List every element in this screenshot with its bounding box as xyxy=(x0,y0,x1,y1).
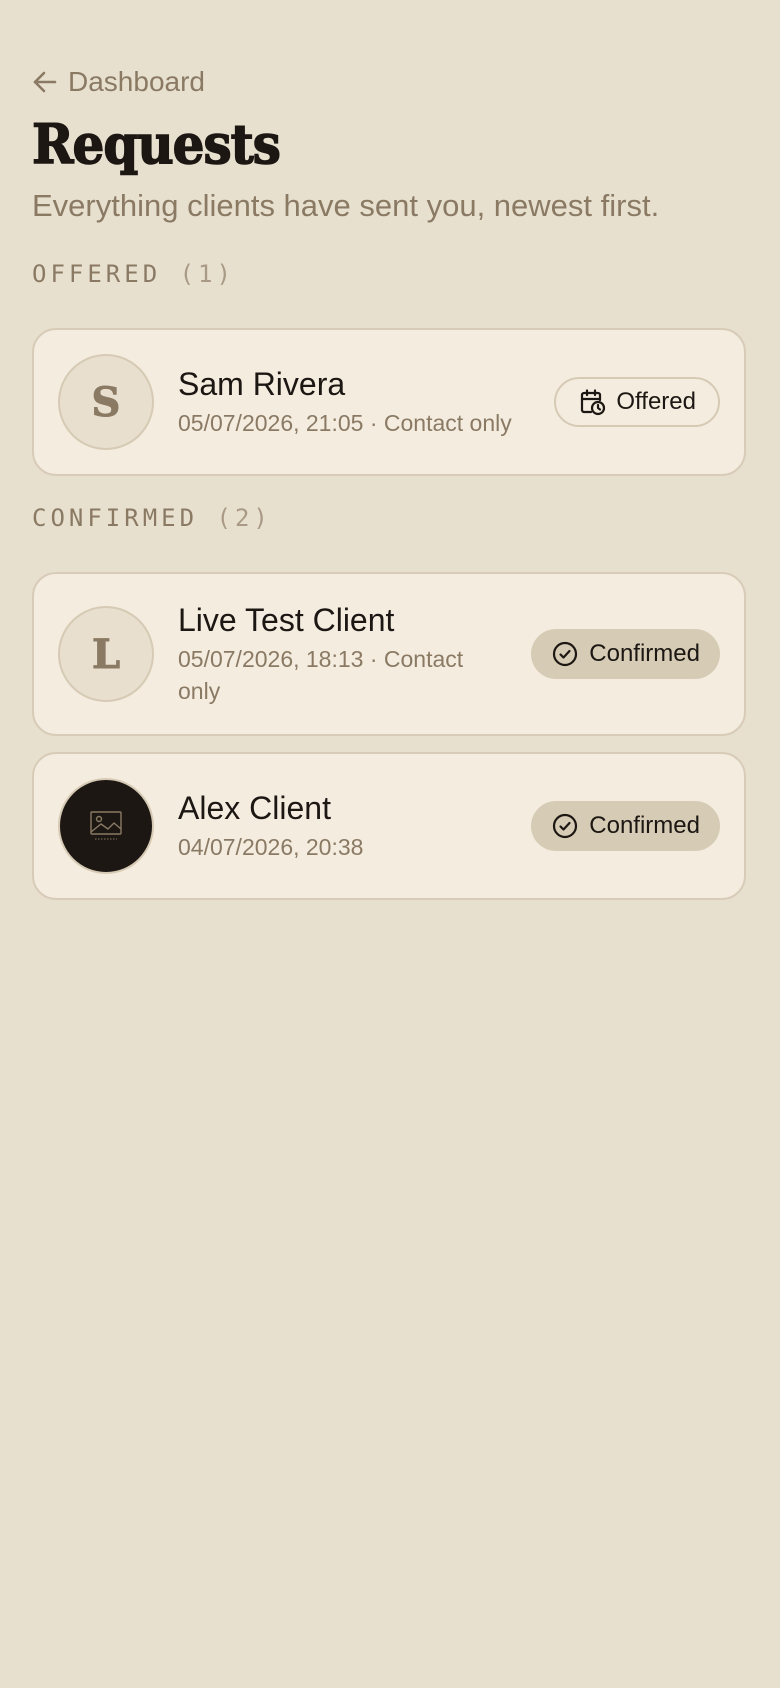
status-label: Confirmed xyxy=(589,812,700,839)
request-meta: 04/07/2026, 20:38 xyxy=(178,834,364,860)
client-name: Alex Client xyxy=(178,790,331,826)
request-card-sam-rivera[interactable]: S Sam Rivera 05/07/2026, 21:05 · Contact… xyxy=(32,328,746,476)
back-to-dashboard-link[interactable]: Dashboard xyxy=(32,66,205,98)
status-badge-offered[interactable]: Offered xyxy=(554,377,720,427)
avatar: L xyxy=(58,606,154,702)
request-info: Live Test Client 05/07/2026, 18:13 · Con… xyxy=(178,601,498,707)
arrow-left-icon xyxy=(32,69,58,95)
status-badge-confirmed[interactable]: Confirmed xyxy=(531,801,720,851)
status-badge-confirmed[interactable]: Confirmed xyxy=(531,629,720,679)
back-link-label: Dashboard xyxy=(68,66,205,97)
section-count: (2) xyxy=(216,504,272,532)
page-title: Requests xyxy=(31,111,281,176)
check-circle-icon xyxy=(551,640,579,668)
section-heading-confirmed: CONFIRMED (2) xyxy=(32,504,272,532)
avatar: S xyxy=(58,354,154,450)
request-meta-line: only xyxy=(178,678,221,704)
client-name: Sam Rivera xyxy=(178,366,346,402)
request-info: Alex Client 04/07/2026, 20:38 xyxy=(178,789,363,863)
avatar-initial: S xyxy=(91,378,121,426)
check-circle-icon xyxy=(551,812,579,840)
section-heading-offered: OFFERED (1) xyxy=(32,260,235,288)
client-name: Live Test Client xyxy=(178,602,395,638)
request-meta: 05/07/2026, 21:05 · Contact only xyxy=(178,410,512,436)
status-label: Confirmed xyxy=(589,640,700,667)
calendar-clock-icon xyxy=(578,388,606,416)
page-subtitle: Everything clients have sent you, newest… xyxy=(32,188,660,223)
request-card-alex-client[interactable]: Alex Client 04/07/2026, 20:38 Confirmed xyxy=(32,752,746,900)
image-placeholder-icon xyxy=(86,804,126,849)
request-info: Sam Rivera 05/07/2026, 21:05 · Contact o… xyxy=(178,365,512,439)
section-label: OFFERED xyxy=(32,260,162,288)
request-card-live-test-client[interactable]: L Live Test Client 05/07/2026, 18:13 · C… xyxy=(32,572,746,736)
section-count: (1) xyxy=(179,260,235,288)
avatar-initial: L xyxy=(91,630,121,678)
status-label: Offered xyxy=(616,388,696,415)
section-label: CONFIRMED xyxy=(32,504,199,532)
request-meta-line: 05/07/2026, 18:13 · Contact xyxy=(178,646,464,672)
avatar xyxy=(58,778,154,874)
request-meta: 05/07/2026, 18:13 · Contact only xyxy=(178,643,498,707)
